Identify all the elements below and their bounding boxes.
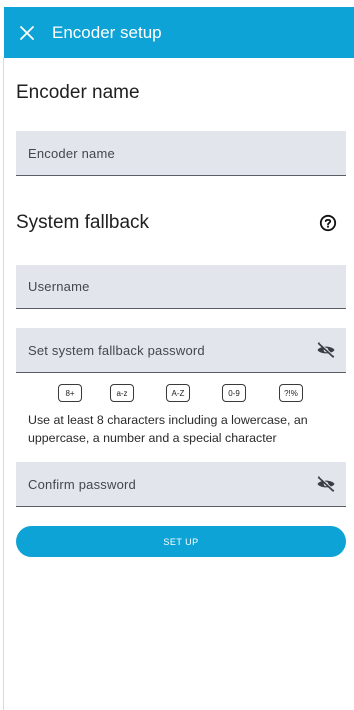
password-field[interactable]: Set system fallback password — [16, 328, 346, 373]
password-label: Set system fallback password — [28, 342, 205, 358]
username-field[interactable]: Username — [16, 265, 346, 309]
confirm-password-field[interactable]: Confirm password — [16, 462, 346, 507]
requirement-length-chip: 8+ — [58, 384, 82, 402]
system-fallback-heading: System fallback — [16, 212, 150, 233]
password-requirements: 8+ a-z A-Z 0-9 ?!% — [0, 384, 354, 404]
requirement-lowercase-chip: a-z — [110, 384, 134, 402]
requirement-number-chip: 0-9 — [222, 384, 246, 402]
help-icon[interactable] — [319, 214, 337, 232]
confirm-password-label: Confirm password — [28, 476, 136, 492]
requirement-uppercase-chip: A-Z — [166, 384, 190, 402]
password-hint: Use at least 8 characters including a lo… — [28, 413, 308, 445]
encoder-name-heading: Encoder name — [16, 82, 140, 103]
close-icon[interactable] — [18, 24, 36, 42]
encoder-name-label: Encoder name — [28, 145, 115, 161]
visibility-off-icon[interactable] — [316, 476, 336, 492]
username-label: Username — [28, 279, 90, 294]
page-title: Encoder setup — [52, 22, 162, 42]
setup-button[interactable]: SET UP — [16, 526, 346, 557]
app-bar: Encoder setup — [4, 7, 354, 58]
requirement-special-chip: ?!% — [279, 384, 303, 402]
visibility-off-icon[interactable] — [316, 342, 336, 358]
encoder-name-field[interactable]: Encoder name — [16, 131, 346, 176]
